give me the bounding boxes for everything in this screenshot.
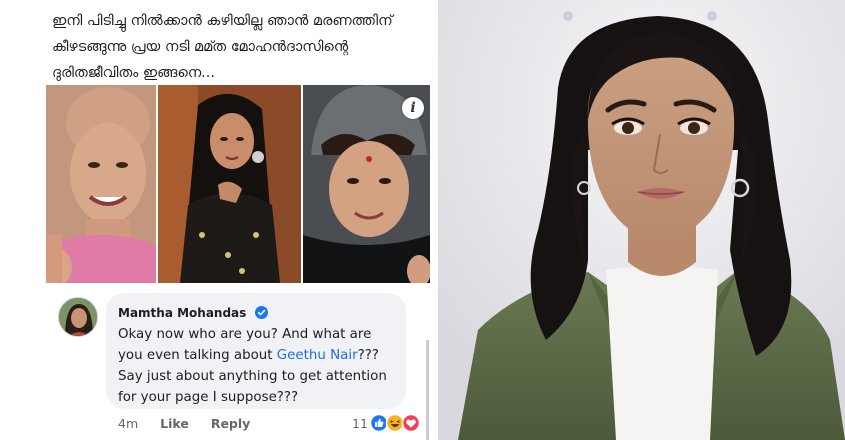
- reactions-summary[interactable]: [369, 413, 423, 433]
- collage-photo-3[interactable]: i: [303, 85, 430, 283]
- comment-thread-line: [426, 340, 429, 440]
- reply-button[interactable]: Reply: [211, 416, 250, 431]
- haha-reaction-icon: [385, 413, 405, 433]
- avatar-image: [59, 298, 97, 336]
- woman-portrait-image: [438, 0, 845, 440]
- love-reaction-icon: [401, 413, 421, 433]
- verified-badge-icon: [255, 306, 269, 319]
- collage-photo-2[interactable]: [158, 85, 301, 283]
- comment-bubble: Mamtha Mohandas Okay now who are you? An…: [106, 293, 406, 409]
- portrait-bald-smiling: [46, 85, 156, 283]
- portrait-photo: [438, 0, 845, 440]
- facebook-post-screenshot: ഇനി പിടിച്ചു നിൽക്കാൻ കഴിയില്ല ഞാൻ മരണത്…: [0, 0, 432, 440]
- like-reaction-icon: [369, 413, 389, 433]
- caption-line-1: ഇനി പിടിച്ചു നിൽക്കാൻ കഴിയില്ല ഞാൻ മരണത്…: [52, 13, 393, 29]
- comment-actions: 4m Like Reply: [118, 416, 268, 431]
- reaction-count[interactable]: 11: [352, 416, 368, 431]
- caption-line-2: കീഴടങ്ങുന്നു പ്രയ നടി മമ്ത മോഹൻദാസിന്റെ: [52, 39, 349, 55]
- caption-line-3: ദുരിതജീവിതം ഇങ്ങനെ...: [52, 65, 215, 81]
- comment-text: Okay now who are you? And what are you e…: [118, 324, 394, 408]
- mention-link[interactable]: Geethu Nair: [277, 348, 358, 363]
- avatar[interactable]: [58, 297, 98, 337]
- post-photo-collage[interactable]: i: [46, 85, 430, 283]
- info-icon[interactable]: i: [402, 97, 424, 119]
- comment-timestamp[interactable]: 4m: [118, 416, 138, 431]
- collage-photo-1[interactable]: [46, 85, 156, 283]
- portrait-posing: [158, 85, 301, 283]
- comment-author[interactable]: Mamtha Mohandas: [118, 306, 246, 320]
- post-caption: ഇനി പിടിച്ചു നിൽക്കാൻ കഴിയില്ല ഞാൻ മരണത്…: [52, 8, 422, 86]
- like-button[interactable]: Like: [160, 416, 189, 431]
